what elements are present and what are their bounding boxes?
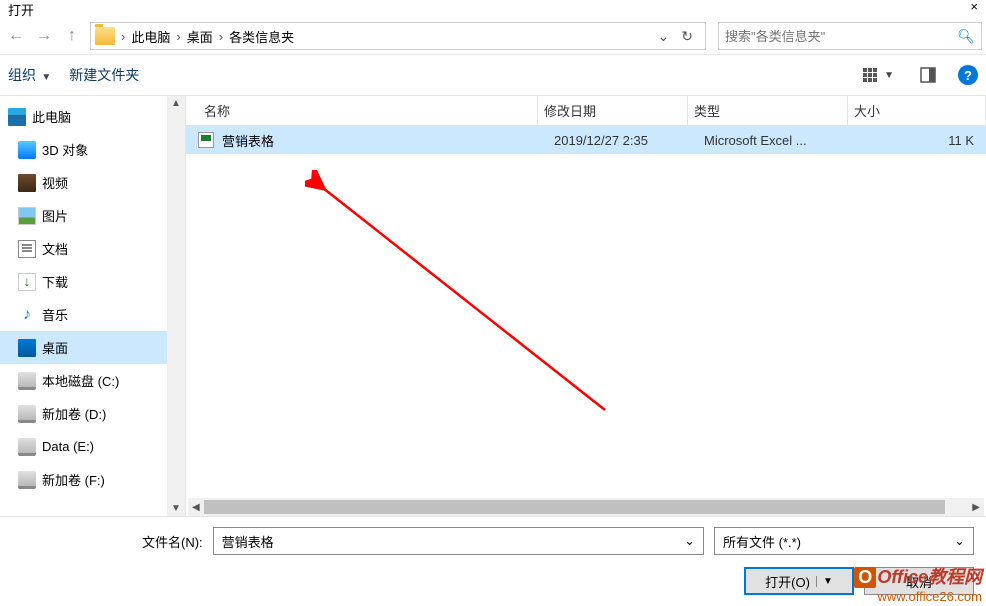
sidebar-item-desktop[interactable]: 桌面 bbox=[0, 331, 167, 364]
nav-row: ← → ↑ › 此电脑 › 桌面 › 各类信息夹 ⌄ ↻ 🔍︎ bbox=[0, 18, 986, 54]
scroll-up-icon[interactable]: ▲ bbox=[169, 96, 183, 111]
sidebar-item-disk-c[interactable]: 本地磁盘 (C:) bbox=[0, 364, 167, 397]
chevron-right-icon[interactable]: › bbox=[174, 29, 182, 44]
sidebar-item-disk-e[interactable]: Data (E:) bbox=[0, 430, 167, 463]
column-headers: 名称 修改日期 类型 大小 bbox=[186, 96, 986, 126]
scrollbar-thumb[interactable] bbox=[204, 500, 946, 514]
file-list[interactable]: 营销表格 2019/12/27 2:35 Microsoft Excel ...… bbox=[186, 126, 986, 494]
refresh-icon[interactable]: ↻ bbox=[675, 28, 699, 45]
chevron-down-icon[interactable]: ⌄ bbox=[954, 533, 965, 549]
new-folder-button[interactable]: 新建文件夹 bbox=[69, 65, 139, 85]
column-date[interactable]: 修改日期 bbox=[538, 96, 688, 125]
downloads-icon: ↓ bbox=[18, 273, 36, 291]
search-box[interactable]: 🔍︎ bbox=[718, 22, 982, 50]
desktop-icon bbox=[18, 339, 36, 357]
view-mode-button[interactable]: ▼ bbox=[858, 65, 898, 85]
search-input[interactable] bbox=[725, 29, 957, 44]
sidebar-item-documents[interactable]: 文档 bbox=[0, 232, 167, 265]
disk-icon bbox=[18, 438, 36, 456]
caret-down-icon[interactable]: ▼ bbox=[816, 576, 833, 587]
file-row[interactable]: 营销表格 2019/12/27 2:35 Microsoft Excel ...… bbox=[186, 126, 986, 154]
documents-icon bbox=[18, 240, 36, 258]
disk-icon bbox=[18, 372, 36, 390]
sidebar-item-3d[interactable]: 3D 对象 bbox=[0, 133, 167, 166]
address-dropdown-icon[interactable]: ⌄ bbox=[652, 28, 676, 45]
up-button[interactable]: ↑ bbox=[60, 24, 84, 48]
sidebar-item-video[interactable]: 视频 bbox=[0, 166, 167, 199]
column-size[interactable]: 大小 bbox=[848, 96, 986, 125]
footer: 文件名(N): 营销表格 ⌄ 所有文件 (*.*) ⌄ 打开(O) ▼ 取消 bbox=[0, 517, 986, 595]
preview-pane-icon bbox=[920, 67, 936, 83]
3d-icon bbox=[18, 141, 36, 159]
watermark: OOffice教程网 www.office26.com bbox=[854, 563, 982, 604]
search-icon[interactable]: 🔍︎ bbox=[957, 28, 975, 45]
scroll-down-icon[interactable]: ▼ bbox=[169, 501, 183, 516]
file-type: Microsoft Excel ... bbox=[704, 133, 864, 148]
sidebar-item-downloads[interactable]: ↓下载 bbox=[0, 265, 167, 298]
crumb-desktop[interactable]: 桌面 bbox=[183, 27, 217, 46]
pc-icon bbox=[8, 108, 26, 126]
column-type[interactable]: 类型 bbox=[688, 96, 848, 125]
window-title: 打开 bbox=[8, 0, 34, 19]
help-icon[interactable]: ? bbox=[958, 65, 978, 85]
sidebar-item-disk-f[interactable]: 新加卷 (F:) bbox=[0, 463, 167, 496]
close-icon[interactable]: × bbox=[970, 0, 978, 14]
music-icon: ♪ bbox=[18, 306, 36, 324]
preview-pane-button[interactable] bbox=[916, 65, 940, 85]
disk-icon bbox=[18, 471, 36, 489]
crumb-current[interactable]: 各类信息夹 bbox=[225, 27, 298, 46]
view-grid-icon bbox=[862, 67, 878, 83]
tree: 此电脑 3D 对象 视频 图片 文档 ↓下载 ♪音乐 桌面 本地磁盘 (C:) … bbox=[0, 96, 167, 516]
file-name: 营销表格 bbox=[222, 131, 554, 150]
folder-icon bbox=[95, 27, 115, 45]
content-h-scrollbar[interactable]: ◀ ▶ bbox=[188, 498, 984, 516]
sidebar-item-pictures[interactable]: 图片 bbox=[0, 199, 167, 232]
chevron-down-icon[interactable]: ⌄ bbox=[684, 533, 695, 549]
address-bar[interactable]: › 此电脑 › 桌面 › 各类信息夹 ⌄ ↻ bbox=[90, 22, 706, 50]
file-content: 名称 修改日期 类型 大小 营销表格 2019/12/27 2:35 Micro… bbox=[185, 96, 986, 516]
column-name[interactable]: 名称 bbox=[198, 96, 538, 125]
filename-input[interactable]: 营销表格 ⌄ bbox=[213, 527, 704, 555]
sidebar-scrollbar[interactable]: ▲ ▼ bbox=[167, 96, 185, 516]
chevron-right-icon[interactable]: › bbox=[119, 29, 127, 44]
excel-file-icon bbox=[198, 132, 214, 148]
pictures-icon bbox=[18, 207, 36, 225]
toolbar: 组织 ▼ 新建文件夹 ▼ ? bbox=[0, 55, 986, 95]
forward-button: → bbox=[32, 24, 56, 48]
sidebar: 此电脑 3D 对象 视频 图片 文档 ↓下载 ♪音乐 桌面 本地磁盘 (C:) … bbox=[0, 96, 185, 516]
sidebar-item-pc[interactable]: 此电脑 bbox=[0, 100, 167, 133]
scroll-left-icon[interactable]: ◀ bbox=[188, 502, 204, 513]
caret-down-icon: ▼ bbox=[41, 72, 51, 83]
organize-button[interactable]: 组织 ▼ bbox=[8, 65, 51, 85]
crumb-pc[interactable]: 此电脑 bbox=[127, 27, 174, 46]
caret-down-icon: ▼ bbox=[884, 70, 894, 81]
file-date: 2019/12/27 2:35 bbox=[554, 133, 704, 148]
disk-icon bbox=[18, 405, 36, 423]
scroll-right-icon[interactable]: ▶ bbox=[968, 502, 984, 513]
filename-label: 文件名(N): bbox=[12, 532, 203, 551]
file-size: 11 K bbox=[864, 133, 986, 148]
sidebar-item-music[interactable]: ♪音乐 bbox=[0, 298, 167, 331]
back-button[interactable]: ← bbox=[4, 24, 28, 48]
file-filter[interactable]: 所有文件 (*.*) ⌄ bbox=[714, 527, 974, 555]
open-button[interactable]: 打开(O) ▼ bbox=[744, 567, 854, 595]
sidebar-item-disk-d[interactable]: 新加卷 (D:) bbox=[0, 397, 167, 430]
video-icon bbox=[18, 174, 36, 192]
breadcrumb: › 此电脑 › 桌面 › 各类信息夹 bbox=[119, 27, 646, 46]
chevron-right-icon[interactable]: › bbox=[217, 29, 225, 44]
